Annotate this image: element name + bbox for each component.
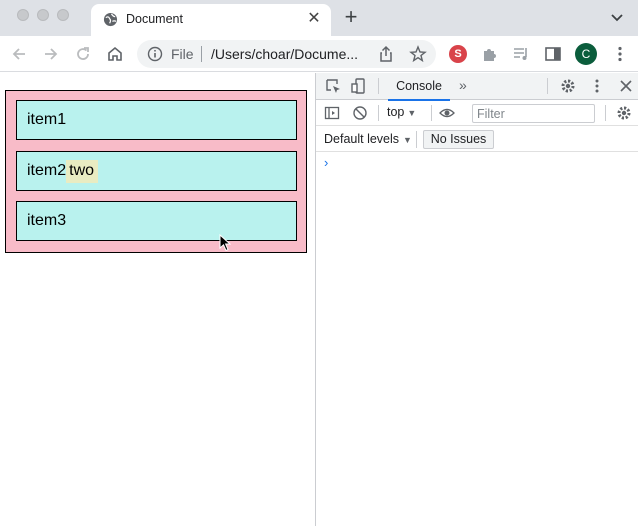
side-panel-icon[interactable] <box>543 44 563 64</box>
maximize-window-button[interactable] <box>57 9 69 21</box>
context-value: top <box>387 105 405 119</box>
dropdown-arrow-icon: ▼ <box>403 135 412 145</box>
browser-toolbar: File /Users/choar/Docume... S C <box>0 36 638 72</box>
media-queue-icon[interactable] <box>511 44 531 64</box>
browser-tab-document[interactable]: Document ✕ <box>91 4 331 36</box>
list-item: item3 <box>16 201 297 241</box>
tab-console-label: Console <box>396 79 442 93</box>
close-icon[interactable] <box>618 78 634 94</box>
toolbar-divider <box>431 105 432 121</box>
forward-arrow-icon[interactable] <box>41 44 61 64</box>
devtools-tab-bar: Console » <box>316 73 638 101</box>
tab-strip: Document ✕ + <box>0 0 638 36</box>
close-tab-icon[interactable]: ✕ <box>305 10 323 28</box>
info-icon[interactable] <box>147 46 163 62</box>
bookmark-star-icon[interactable] <box>409 45 427 63</box>
kebab-menu-icon[interactable] <box>611 45 629 63</box>
address-bar[interactable]: File /Users/choar/Docume... <box>137 40 436 68</box>
sidebar-toggle-icon[interactable] <box>324 105 340 121</box>
extension-s-icon[interactable]: S <box>449 45 467 63</box>
item-label: item3 <box>27 212 67 229</box>
console-levels-bar: Default levels ▼ No Issues <box>316 127 638 152</box>
toolbar-divider <box>547 78 548 94</box>
console-filter-input[interactable] <box>472 104 595 123</box>
device-toolbar-icon[interactable] <box>351 78 367 94</box>
toolbar-divider <box>416 131 417 148</box>
log-levels-dropdown[interactable]: Default levels ▼ <box>324 132 412 146</box>
address-separator <box>201 46 202 62</box>
home-icon[interactable] <box>105 44 125 64</box>
url-text[interactable]: /Users/choar/Docume... <box>211 46 371 62</box>
issues-button[interactable]: No Issues <box>423 130 494 149</box>
highlighted-word: two <box>66 160 99 183</box>
dropdown-arrow-icon: ▼ <box>407 108 417 118</box>
globe-icon <box>103 12 118 27</box>
list-item: item1 <box>16 100 297 140</box>
gear-icon[interactable] <box>560 78 576 94</box>
item-label: item1 <box>27 111 67 128</box>
more-tabs-icon[interactable]: » <box>459 77 467 93</box>
back-arrow-icon[interactable] <box>9 44 29 64</box>
url-scheme-label: File <box>171 46 194 62</box>
eye-icon[interactable] <box>439 105 455 121</box>
log-levels-label: Default levels <box>324 132 400 146</box>
chevron-down-icon[interactable] <box>608 8 626 26</box>
close-window-button[interactable] <box>17 9 29 21</box>
flex-container: item1 item2 two item3 <box>5 90 307 253</box>
new-tab-button[interactable]: + <box>340 6 362 28</box>
tab-console[interactable]: Console <box>388 73 450 101</box>
mouse-cursor-icon <box>219 234 231 252</box>
toolbar-divider <box>605 105 606 121</box>
profile-avatar[interactable]: C <box>575 43 597 65</box>
devtools-panel: Console » top ▼ Filter Default levels ▼ … <box>315 73 638 526</box>
clear-console-icon[interactable] <box>352 105 368 121</box>
tab-title: Document <box>126 12 183 26</box>
toolbar-divider <box>378 105 379 121</box>
console-prompt-chevron-icon[interactable]: › <box>324 155 328 170</box>
extensions-puzzle-icon[interactable] <box>480 44 500 64</box>
console-settings-gear-icon[interactable] <box>616 105 632 121</box>
page-viewport: item1 item2 two item3 <box>0 73 316 526</box>
toolbar-divider <box>378 78 379 94</box>
minimize-window-button[interactable] <box>37 9 49 21</box>
context-selector[interactable]: top ▼ <box>387 105 416 119</box>
reload-icon[interactable] <box>73 44 93 64</box>
item-label: item2 <box>27 162 67 179</box>
list-item: item2 two <box>16 151 297 191</box>
kebab-menu-icon[interactable] <box>589 78 605 94</box>
share-icon[interactable] <box>377 45 395 63</box>
inspect-element-icon[interactable] <box>325 78 341 94</box>
browser-window: Document ✕ + File /Users/choar/Docume...… <box>0 0 638 526</box>
console-toolbar: top ▼ <box>316 101 638 126</box>
item-label-container: item2 two <box>27 160 99 183</box>
